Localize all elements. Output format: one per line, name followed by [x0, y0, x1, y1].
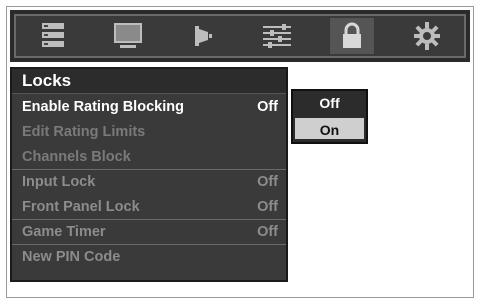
menu-item-edit-rating-limits[interactable]: Edit Rating Limits [12, 119, 286, 144]
tab-audio[interactable] [181, 18, 225, 54]
sliders-icon [263, 24, 292, 48]
option-off[interactable]: Off [293, 91, 366, 116]
menu-item-label: New PIN Code [22, 249, 121, 265]
menu-item-channels-block[interactable]: Channels Block [12, 144, 286, 169]
menu-item-value: Off [257, 174, 278, 190]
menu-title: Locks [12, 69, 286, 94]
lock-icon [342, 22, 361, 48]
menu-tab-bar [10, 10, 470, 62]
rating-blocking-options-popup: Off On [291, 89, 368, 144]
menu-item-enable-rating-blocking[interactable]: Enable Rating Blocking Off [12, 94, 286, 119]
tab-locks[interactable] [329, 18, 374, 54]
menu-item-label: Front Panel Lock [22, 198, 140, 215]
menu-item-input-lock[interactable]: Input Lock Off [12, 169, 286, 194]
menu-item-label: Enable Rating Blocking [22, 98, 184, 115]
menu-item-value: Off [257, 98, 278, 115]
speaker-icon [194, 26, 212, 46]
tab-picture-list[interactable] [31, 18, 75, 54]
tab-settings-sliders[interactable] [255, 18, 299, 54]
menu-item-front-panel-lock[interactable]: Front Panel Lock Off [12, 194, 286, 219]
gear-icon [413, 22, 440, 50]
menu-item-new-pin-code[interactable]: New PIN Code [12, 244, 286, 269]
menu-item-game-timer[interactable]: Game Timer Off [12, 219, 286, 244]
menu-item-label: Edit Rating Limits [22, 123, 146, 140]
menu-item-value: Off [257, 224, 278, 240]
menu-item-label: Game Timer [22, 224, 106, 240]
locks-menu: Locks Enable Rating Blocking Off Edit Ra… [10, 67, 288, 282]
monitor-icon [113, 23, 142, 48]
menu-item-label: Channels Block [22, 148, 131, 165]
menu-item-label: Input Lock [22, 174, 96, 190]
menu-item-value: Off [257, 198, 278, 215]
menu-tab-bar-inner [14, 14, 466, 58]
list-icon [42, 23, 65, 47]
option-on[interactable]: On [293, 116, 366, 141]
tab-picture[interactable] [106, 18, 150, 54]
tab-setup[interactable] [405, 18, 449, 54]
